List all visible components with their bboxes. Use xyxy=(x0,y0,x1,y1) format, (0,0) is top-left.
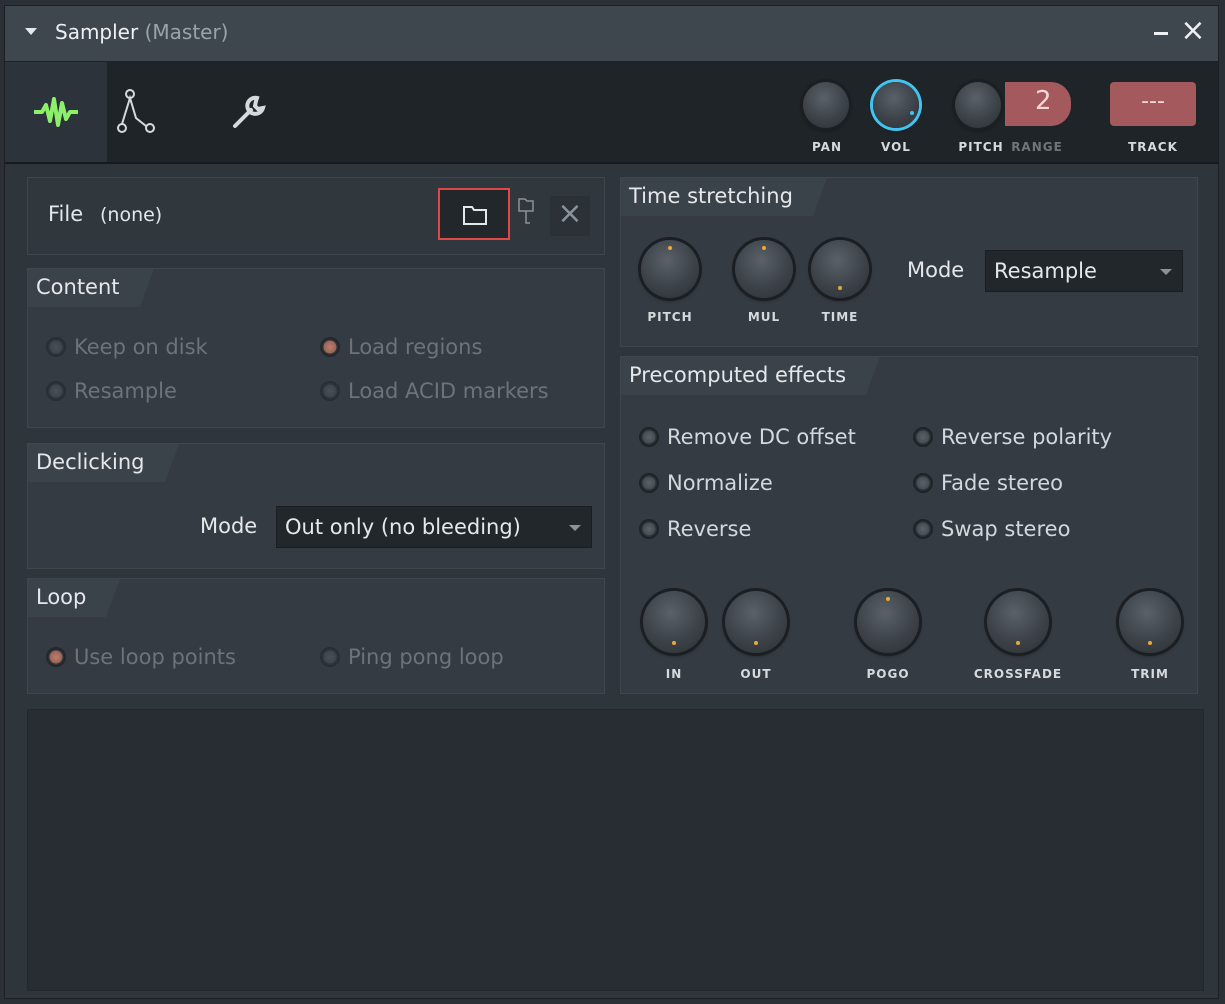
load-acid-markers-label: Load ACID markers xyxy=(348,379,549,403)
window-title-name: Sampler xyxy=(55,20,139,44)
declicking-title: Declicking xyxy=(28,444,178,482)
stretch-pitch-knob[interactable] xyxy=(641,240,699,298)
precomputed-effects-title: Precomputed effects xyxy=(621,357,881,395)
file-panel: File (none) × xyxy=(27,177,605,255)
pitch-label: PITCH xyxy=(958,140,1004,154)
tab-sample-settings[interactable] xyxy=(5,62,107,162)
tab-envelope[interactable] xyxy=(107,62,165,162)
swap-stereo-label: Swap stereo xyxy=(941,517,1071,541)
volume-knob[interactable] xyxy=(873,82,919,128)
close-window-button[interactable]: × xyxy=(1180,16,1206,46)
load-regions-radio[interactable]: Load regions xyxy=(320,335,482,359)
precomputed-effects-panel: Precomputed effects Remove DC offset Rev… xyxy=(620,356,1198,694)
title-bar[interactable]: Sampler (Master) × xyxy=(5,6,1218,62)
ping-pong-loop-label: Ping pong loop xyxy=(348,645,504,669)
fade-stereo-label: Fade stereo xyxy=(941,471,1063,495)
content-panel: Content Keep on disk Load regions Resamp… xyxy=(27,268,605,428)
file-value: (none) xyxy=(100,204,163,226)
pogo-label: POGO xyxy=(866,667,910,681)
browse-folder-button[interactable] xyxy=(516,196,536,232)
clear-file-button[interactable]: × xyxy=(550,196,590,236)
remove-dc-offset-label: Remove DC offset xyxy=(667,425,856,449)
chevron-down-icon xyxy=(1160,269,1172,275)
trim-label: TRIM xyxy=(1131,667,1169,681)
declicking-mode-value: Out only (no bleeding) xyxy=(285,515,521,539)
window-title-subtitle: (Master) xyxy=(144,20,229,44)
stretch-time-label: TIME xyxy=(821,310,859,324)
reverse-radio[interactable]: Reverse xyxy=(639,517,751,541)
crossfade-label: CROSSFADE xyxy=(973,667,1063,681)
window-menu-arrow-icon[interactable] xyxy=(25,28,37,35)
track-label: TRACK xyxy=(1128,140,1178,154)
remove-dc-offset-radio[interactable]: Remove DC offset xyxy=(639,425,856,449)
pitch-range-display[interactable]: 2 xyxy=(1005,82,1071,126)
waveform-display[interactable] xyxy=(27,709,1204,991)
chevron-down-icon xyxy=(569,525,581,531)
stretch-mode-value: Resample xyxy=(994,259,1097,283)
envelope-icon xyxy=(117,89,155,133)
minimize-icon[interactable] xyxy=(1154,32,1168,35)
tab-misc[interactable] xyxy=(219,62,279,162)
time-stretching-panel: Time stretching PITCH MUL TIME Mode Resa… xyxy=(620,177,1198,347)
sampler-window: Sampler (Master) × PAN VOL 2 PITCH RANGE… xyxy=(4,5,1219,999)
track-value: --- xyxy=(1141,89,1165,114)
reverse-polarity-radio[interactable]: Reverse polarity xyxy=(913,425,1112,449)
normalize-radio[interactable]: Normalize xyxy=(639,471,773,495)
in-knob[interactable] xyxy=(643,591,705,653)
mixer-track-selector[interactable]: --- xyxy=(1110,82,1196,126)
crossfade-knob[interactable] xyxy=(987,591,1049,653)
loop-title: Loop xyxy=(28,579,121,617)
loop-panel: Loop Use loop points Ping pong loop xyxy=(27,578,605,694)
pan-label: PAN xyxy=(811,140,843,154)
pitch-range-value: 2 xyxy=(1035,86,1052,116)
file-label: File xyxy=(48,202,84,226)
resample-radio[interactable]: Resample xyxy=(46,379,177,403)
fade-stereo-radio[interactable]: Fade stereo xyxy=(913,471,1063,495)
channel-toolbar: PAN VOL 2 PITCH RANGE --- TRACK xyxy=(5,62,1218,164)
pogo-knob[interactable] xyxy=(857,591,919,653)
window-title: Sampler (Master) xyxy=(55,20,228,44)
open-file-button[interactable] xyxy=(438,188,510,240)
folder-tree-icon xyxy=(518,198,534,224)
wrench-icon xyxy=(233,95,266,128)
load-regions-label: Load regions xyxy=(348,335,483,359)
use-loop-points-label: Use loop points xyxy=(74,645,236,669)
stretch-mode-label: Mode xyxy=(907,258,965,282)
waveform-icon xyxy=(34,97,78,127)
stretch-mode-dropdown[interactable]: Resample xyxy=(985,250,1183,292)
declicking-mode-label: Mode xyxy=(200,514,258,538)
normalize-label: Normalize xyxy=(667,471,773,495)
trim-knob[interactable] xyxy=(1119,591,1181,653)
ping-pong-loop-radio[interactable]: Ping pong loop xyxy=(320,645,504,669)
stretch-mul-knob[interactable] xyxy=(735,240,793,298)
keep-on-disk-label: Keep on disk xyxy=(74,335,208,359)
load-acid-markers-radio[interactable]: Load ACID markers xyxy=(320,379,549,403)
stretch-mul-label: MUL xyxy=(747,310,781,324)
swap-stereo-radio[interactable]: Swap stereo xyxy=(913,517,1070,541)
use-loop-points-radio[interactable]: Use loop points xyxy=(46,645,236,669)
range-label: RANGE xyxy=(1011,140,1063,154)
out-knob[interactable] xyxy=(725,591,787,653)
pitch-knob[interactable] xyxy=(955,82,1001,128)
keep-on-disk-radio[interactable]: Keep on disk xyxy=(46,335,208,359)
folder-icon xyxy=(463,206,487,225)
pan-knob[interactable] xyxy=(803,82,849,128)
time-stretching-title: Time stretching xyxy=(621,178,827,216)
stretch-pitch-label: PITCH xyxy=(647,310,693,324)
declicking-panel: Declicking Mode Out only (no bleeding) xyxy=(27,443,605,569)
content-title: Content xyxy=(28,269,154,307)
declicking-mode-dropdown[interactable]: Out only (no bleeding) xyxy=(276,506,592,548)
vol-label: VOL xyxy=(881,140,911,154)
reverse-polarity-label: Reverse polarity xyxy=(941,425,1113,449)
in-label: IN xyxy=(665,667,683,681)
out-label: OUT xyxy=(740,667,772,681)
reverse-label: Reverse xyxy=(667,517,752,541)
resample-label: Resample xyxy=(74,379,177,403)
stretch-time-knob[interactable] xyxy=(811,240,869,298)
